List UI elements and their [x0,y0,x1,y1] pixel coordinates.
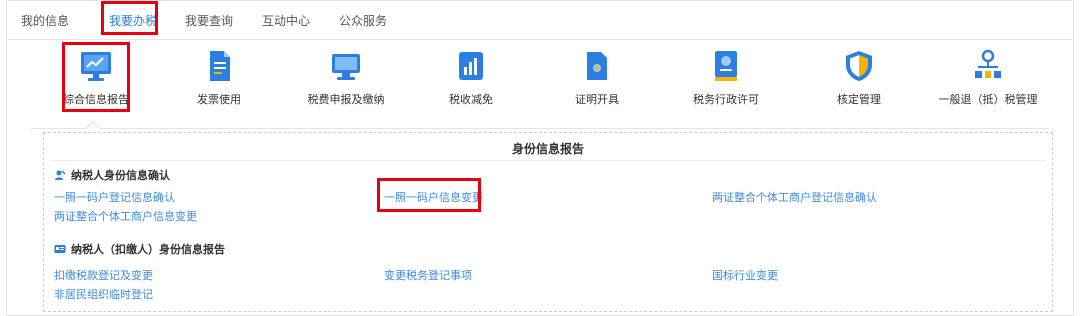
tab-highlight-box [101,1,158,35]
link-confirm-one-code[interactable]: 一照一码户登记信息确认 [54,189,175,205]
org-chart-icon [975,49,1001,78]
link-highlight-box [377,178,481,212]
tab-interaction[interactable]: 互动中心 [262,8,310,34]
link-change-individual[interactable]: 两证整合个体工商户信息变更 [54,208,197,224]
screen-icon [332,54,360,80]
menu-tax-declaration[interactable]: 税费申报及缴纳 [291,49,401,111]
tab-my-info[interactable]: 我的信息 [21,8,69,34]
menu-label: 一般退（抵）税管理 [938,93,1038,106]
identity-report-panel: 身份信息报告 纳税人身份信息确认 一照一码户登记信息确认 一照一码户信息变更 两… [43,132,1053,312]
shield-icon [846,51,872,81]
invoice-icon [210,51,230,81]
section-withholder-report: 纳税人（扣缴人）身份信息报告 [54,241,225,257]
panel-title-divider [50,160,1046,161]
id-card-icon [54,245,66,253]
certificate-icon [587,52,607,80]
link-change-tax-registration[interactable]: 变更税务登记事项 [384,267,472,283]
link-confirm-individual[interactable]: 两证整合个体工商户登记信息确认 [712,189,877,205]
menu-label: 税收减免 [449,93,493,106]
menu-assessment[interactable]: 核定管理 [804,49,914,111]
link-withholding-registration[interactable]: 扣缴税款登记及变更 [54,267,153,283]
menu-tax-refund[interactable]: 一般退（抵）税管理 [933,49,1043,111]
link-industry-change[interactable]: 国标行业变更 [712,267,778,283]
menu-label: 发票使用 [197,93,241,106]
menu-label: 税务行政许可 [693,93,759,106]
menu-certificate[interactable]: 证明开具 [542,49,652,111]
panel-top-border [31,128,1049,129]
tab-query[interactable]: 我要查询 [185,8,233,34]
menu-highlight-box [62,42,130,112]
menu-label: 核定管理 [837,93,881,106]
menu-admin-license[interactable]: 税务行政许可 [671,49,781,111]
tax-relief-icon [459,52,483,80]
menu-label: 证明开具 [575,93,619,106]
section-title: 纳税人身份信息确认 [71,169,170,182]
section-title: 纳税人（扣缴人）身份信息报告 [71,243,225,256]
tax-service-panel: 我的信息 我要办税 我要查询 互动中心 公众服务 综合信息报告 发票使用 税费申… [6,0,1074,316]
tabs-divider [7,39,1073,40]
menu-tax-relief[interactable]: 税收减免 [416,49,526,111]
person-edit-icon [55,170,66,180]
license-icon [715,51,737,81]
tab-public-service[interactable]: 公众服务 [339,8,387,34]
panel-title: 身份信息报告 [511,142,584,156]
section-taxpayer-confirm: 纳税人身份信息确认 [54,167,170,183]
menu-invoice[interactable]: 发票使用 [164,49,274,111]
link-nonresident-registration[interactable]: 非居民组织临时登记 [54,286,153,302]
menu-label: 税费申报及缴纳 [307,93,385,106]
